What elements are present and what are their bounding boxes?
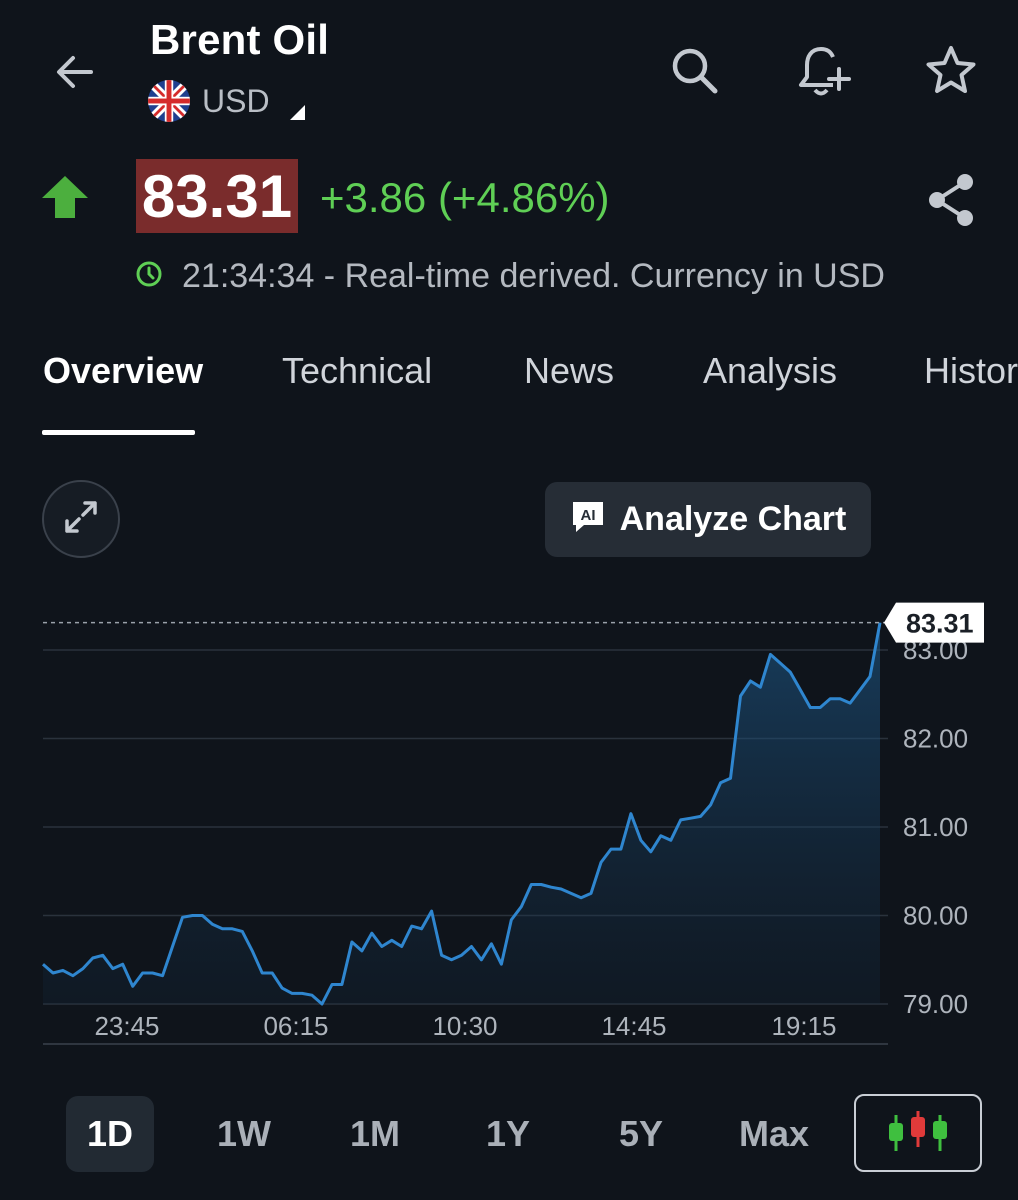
expand-icon	[61, 497, 101, 542]
range-5y-button[interactable]: 5Y	[597, 1096, 685, 1172]
svg-text:AI: AI	[580, 507, 595, 524]
timestamp-row: 21:34:34 - Real-time derived. Currency i…	[134, 254, 885, 298]
share-button[interactable]	[922, 172, 980, 232]
candlestick-icon	[886, 1107, 950, 1160]
chart-type-toggle-button[interactable]	[854, 1094, 982, 1172]
tab-technical[interactable]: Technical	[282, 350, 432, 392]
back-button[interactable]	[42, 44, 108, 104]
y-tick-label: 79.00	[903, 989, 968, 1019]
price-area-fill	[43, 622, 880, 1004]
price-chart[interactable]: 79.0080.0081.0082.0083.0083.3123:45 06:15…	[0, 590, 1018, 1060]
up-arrow-icon	[40, 174, 90, 225]
tab-news[interactable]: News	[524, 350, 614, 392]
analyze-chart-button[interactable]: AI Analyze Chart	[545, 482, 871, 557]
instrument-title: Brent Oil	[150, 16, 330, 63]
search-button[interactable]	[664, 42, 726, 104]
add-alert-bell-icon	[793, 41, 853, 106]
currency-selector[interactable]: USD	[148, 78, 305, 124]
range-1d-button[interactable]: 1D	[66, 1096, 154, 1172]
range-1w-button[interactable]: 1W	[200, 1096, 288, 1172]
timestamp-text: 21:34:34 - Real-time derived. Currency i…	[182, 256, 885, 295]
x-tick-label: 19:15	[771, 1011, 836, 1041]
ai-icon: AI	[570, 499, 606, 540]
tab-history[interactable]: Histor	[924, 350, 1018, 392]
uk-flag-icon	[148, 80, 190, 122]
share-icon	[925, 172, 977, 233]
y-tick-label: 81.00	[903, 812, 968, 842]
search-icon	[667, 43, 723, 104]
y-tick-label: 80.00	[903, 901, 968, 931]
expand-chart-button[interactable]	[42, 480, 120, 558]
current-price: 83.31	[141, 162, 293, 230]
active-tab-indicator	[42, 430, 195, 435]
x-tick-label: 23:45	[94, 1011, 159, 1041]
tab-overview[interactable]: Overview	[43, 350, 203, 392]
x-tick-label: 14:45	[601, 1011, 666, 1041]
range-1m-button[interactable]: 1M	[330, 1096, 420, 1172]
x-tick-label: 06:15	[263, 1011, 328, 1041]
currency-label: USD	[202, 82, 270, 119]
price-change: +3.86 (+4.86%)	[320, 174, 610, 221]
tab-analysis[interactable]: Analysis	[703, 350, 837, 392]
star-icon	[923, 43, 979, 104]
clock-icon	[134, 259, 164, 294]
favorite-button[interactable]	[920, 42, 982, 104]
price-highlight: 83.31	[136, 159, 298, 233]
range-1y-button[interactable]: 1Y	[464, 1096, 552, 1172]
analyze-chart-label: Analyze Chart	[619, 500, 847, 538]
add-alert-button[interactable]	[792, 42, 854, 104]
x-tick-label: 10:30	[432, 1011, 497, 1041]
y-tick-label: 82.00	[903, 724, 968, 754]
range-max-button[interactable]: Max	[728, 1096, 820, 1172]
back-arrow-icon	[51, 48, 99, 101]
dropdown-caret-icon	[289, 104, 305, 120]
last-price-label: 83.31	[906, 609, 974, 639]
